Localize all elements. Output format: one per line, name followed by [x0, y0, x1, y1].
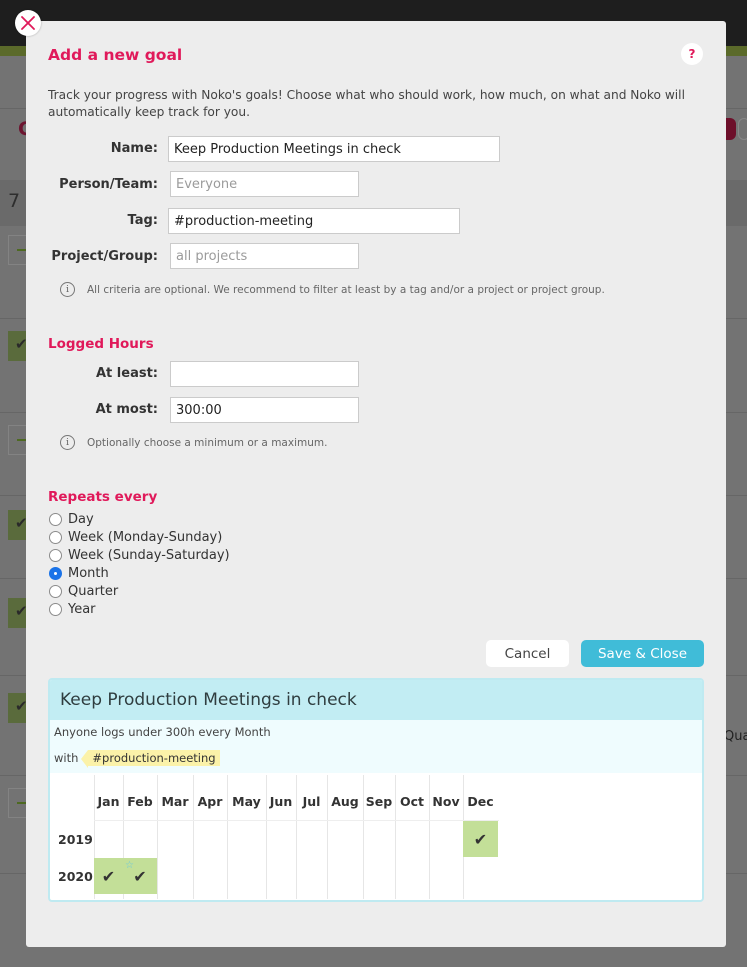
- tag-label: Tag:: [127, 213, 158, 228]
- month-label: Nov: [432, 794, 460, 809]
- radio-label: Week (Monday-Sunday): [68, 530, 223, 545]
- month-label: Mar: [161, 794, 189, 809]
- project-group-label: Project/Group:: [51, 249, 158, 264]
- name-label: Name:: [110, 141, 158, 156]
- dialog-title: Add a new goal: [48, 46, 183, 64]
- at-most-input[interactable]: [170, 397, 359, 423]
- checkmark-icon: ✔: [473, 829, 488, 849]
- repeats-heading: Repeats every: [48, 489, 158, 505]
- year-label: 2020: [58, 869, 93, 884]
- background-button: [738, 118, 747, 140]
- radio-button[interactable]: [49, 603, 62, 616]
- question-icon: ?: [688, 47, 696, 61]
- goal-met-cell: ✔: [94, 858, 123, 894]
- preview-summary: Anyone logs under 300h every Month: [54, 725, 271, 739]
- month-label: Oct: [399, 794, 424, 809]
- preview-description: Anyone logs under 300h every Month with …: [50, 720, 702, 773]
- hours-hint-text: Optionally choose a minimum or a maximum…: [87, 436, 328, 449]
- month-label: Feb: [127, 794, 153, 809]
- repeat-option-year[interactable]: Year: [49, 602, 96, 617]
- month-label: May: [232, 794, 261, 809]
- add-goal-dialog: Add a new goal ? Track your progress wit…: [26, 21, 726, 947]
- logged-hours-heading: Logged Hours: [48, 336, 154, 352]
- checkmark-icon: ✔: [133, 866, 147, 886]
- preview-title: Keep Production Meetings in check: [50, 680, 702, 720]
- name-input[interactable]: [168, 136, 500, 162]
- month-label: Dec: [467, 794, 494, 809]
- background-text: Qua: [724, 729, 747, 744]
- radio-button[interactable]: [49, 567, 62, 580]
- preview-tag: #production-meeting: [81, 750, 220, 768]
- radio-label: Year: [68, 602, 96, 617]
- help-button[interactable]: ?: [681, 43, 703, 65]
- radio-button[interactable]: [49, 513, 62, 526]
- person-team-label: Person/Team:: [59, 177, 158, 192]
- calendar-divider: [94, 820, 499, 821]
- repeat-option-quarter[interactable]: Quarter: [49, 584, 118, 599]
- save-close-button[interactable]: Save & Close: [581, 640, 704, 667]
- month-label: Jul: [302, 794, 321, 809]
- radio-label: Week (Sunday-Saturday): [68, 548, 230, 563]
- repeat-option-week-monday-sunday[interactable]: Week (Monday-Sunday): [49, 530, 222, 545]
- goal-met-cell: ✔ ☆: [123, 858, 157, 894]
- radio-button[interactable]: [49, 585, 62, 598]
- goal-preview-card: Keep Production Meetings in check Anyone…: [48, 678, 704, 902]
- info-icon: i: [60, 282, 75, 297]
- radio-button[interactable]: [49, 549, 62, 562]
- goal-met-cell: ✔: [463, 821, 498, 857]
- tag-input[interactable]: [168, 208, 460, 234]
- month-label: Sep: [365, 794, 393, 809]
- checkmark-icon: ✔: [101, 866, 116, 886]
- at-least-input[interactable]: [170, 361, 359, 387]
- repeat-option-week-sunday-saturday[interactable]: Week (Sunday-Saturday): [49, 548, 230, 563]
- at-most-label: At most:: [95, 402, 158, 417]
- month-label: Aug: [331, 794, 359, 809]
- close-icon: [21, 16, 35, 30]
- criteria-hint-text: All criteria are optional. We recommend …: [87, 283, 605, 296]
- preview-with-label: with: [54, 751, 79, 765]
- repeat-option-month[interactable]: Month: [49, 566, 109, 581]
- year-label: 2019: [58, 832, 93, 847]
- criteria-hint: i All criteria are optional. We recommen…: [60, 282, 605, 297]
- at-least-label: At least:: [96, 366, 158, 381]
- radio-label: Day: [68, 512, 94, 527]
- current-period-star-icon: ☆: [125, 860, 134, 871]
- person-team-input[interactable]: [170, 171, 359, 197]
- dialog-intro: Track your progress with Noko's goals! C…: [48, 88, 685, 119]
- cancel-button[interactable]: Cancel: [486, 640, 569, 667]
- radio-label: Month: [68, 566, 109, 581]
- project-group-input[interactable]: [170, 243, 359, 269]
- hours-hint: i Optionally choose a minimum or a maxim…: [60, 435, 327, 450]
- close-button[interactable]: [15, 10, 41, 36]
- info-icon: i: [60, 435, 75, 450]
- month-label: Jun: [269, 794, 293, 809]
- month-label: Jan: [97, 794, 120, 809]
- repeat-option-day[interactable]: Day: [49, 512, 94, 527]
- radio-button[interactable]: [49, 531, 62, 544]
- radio-label: Quarter: [68, 584, 119, 599]
- month-label: Apr: [197, 794, 223, 809]
